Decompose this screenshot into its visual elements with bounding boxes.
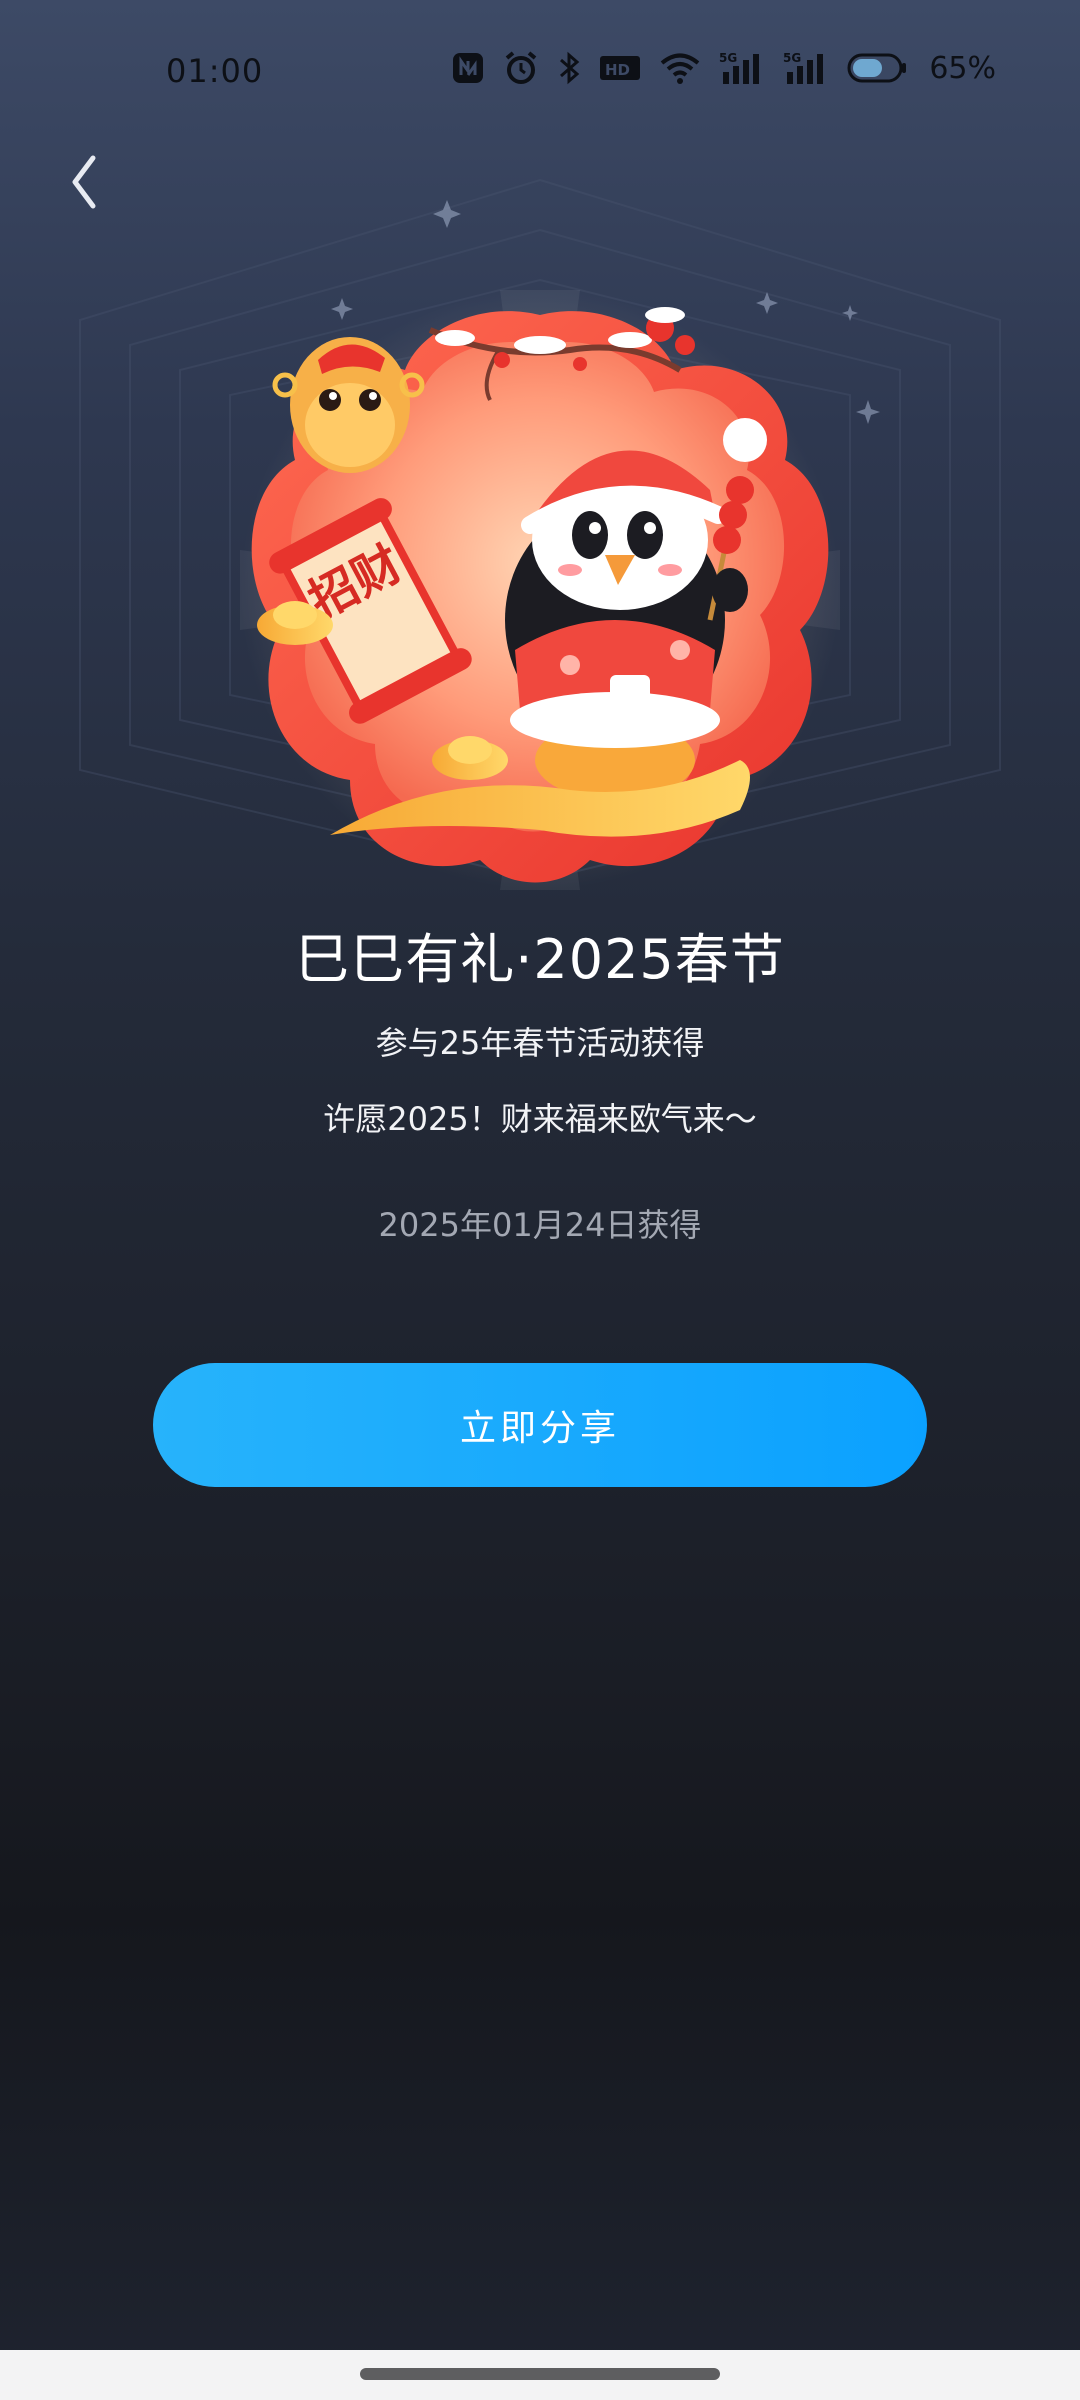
nfc-icon [451, 51, 485, 85]
signal-5g-icon: 5G [719, 50, 765, 86]
svg-text:HD: HD [605, 61, 630, 79]
hd-icon: HD [599, 53, 641, 83]
share-button[interactable]: 立即分享 [153, 1363, 927, 1487]
alarm-icon [503, 50, 539, 86]
bluetooth-icon [557, 50, 581, 86]
spring-festival-badge: 招财 [240, 290, 840, 890]
status-time: 01:00 [166, 52, 264, 90]
battery-percent: 65% [929, 50, 996, 86]
svg-text:5G: 5G [719, 51, 737, 65]
navigation-bar [0, 2350, 1080, 2400]
battery-icon [847, 52, 907, 84]
signal-5g-icon: 5G [783, 50, 829, 86]
page-title: 巳巳有礼·2025春节 [295, 928, 785, 991]
obtained-date: 2025年01月24日获得 [378, 1206, 702, 1244]
status-icons: HD 5G 5G 65% [451, 50, 996, 86]
svg-text:5G: 5G [783, 51, 801, 65]
badge-wish-text: 许愿2025！财来福来欧气来～ [323, 1100, 757, 1138]
status-bar: 01:00 HD 5G 5G 65% [0, 0, 1080, 140]
badge-source-text: 参与25年春节活动获得 [375, 1024, 705, 1062]
wifi-icon [659, 51, 701, 85]
home-indicator[interactable] [360, 2368, 720, 2380]
